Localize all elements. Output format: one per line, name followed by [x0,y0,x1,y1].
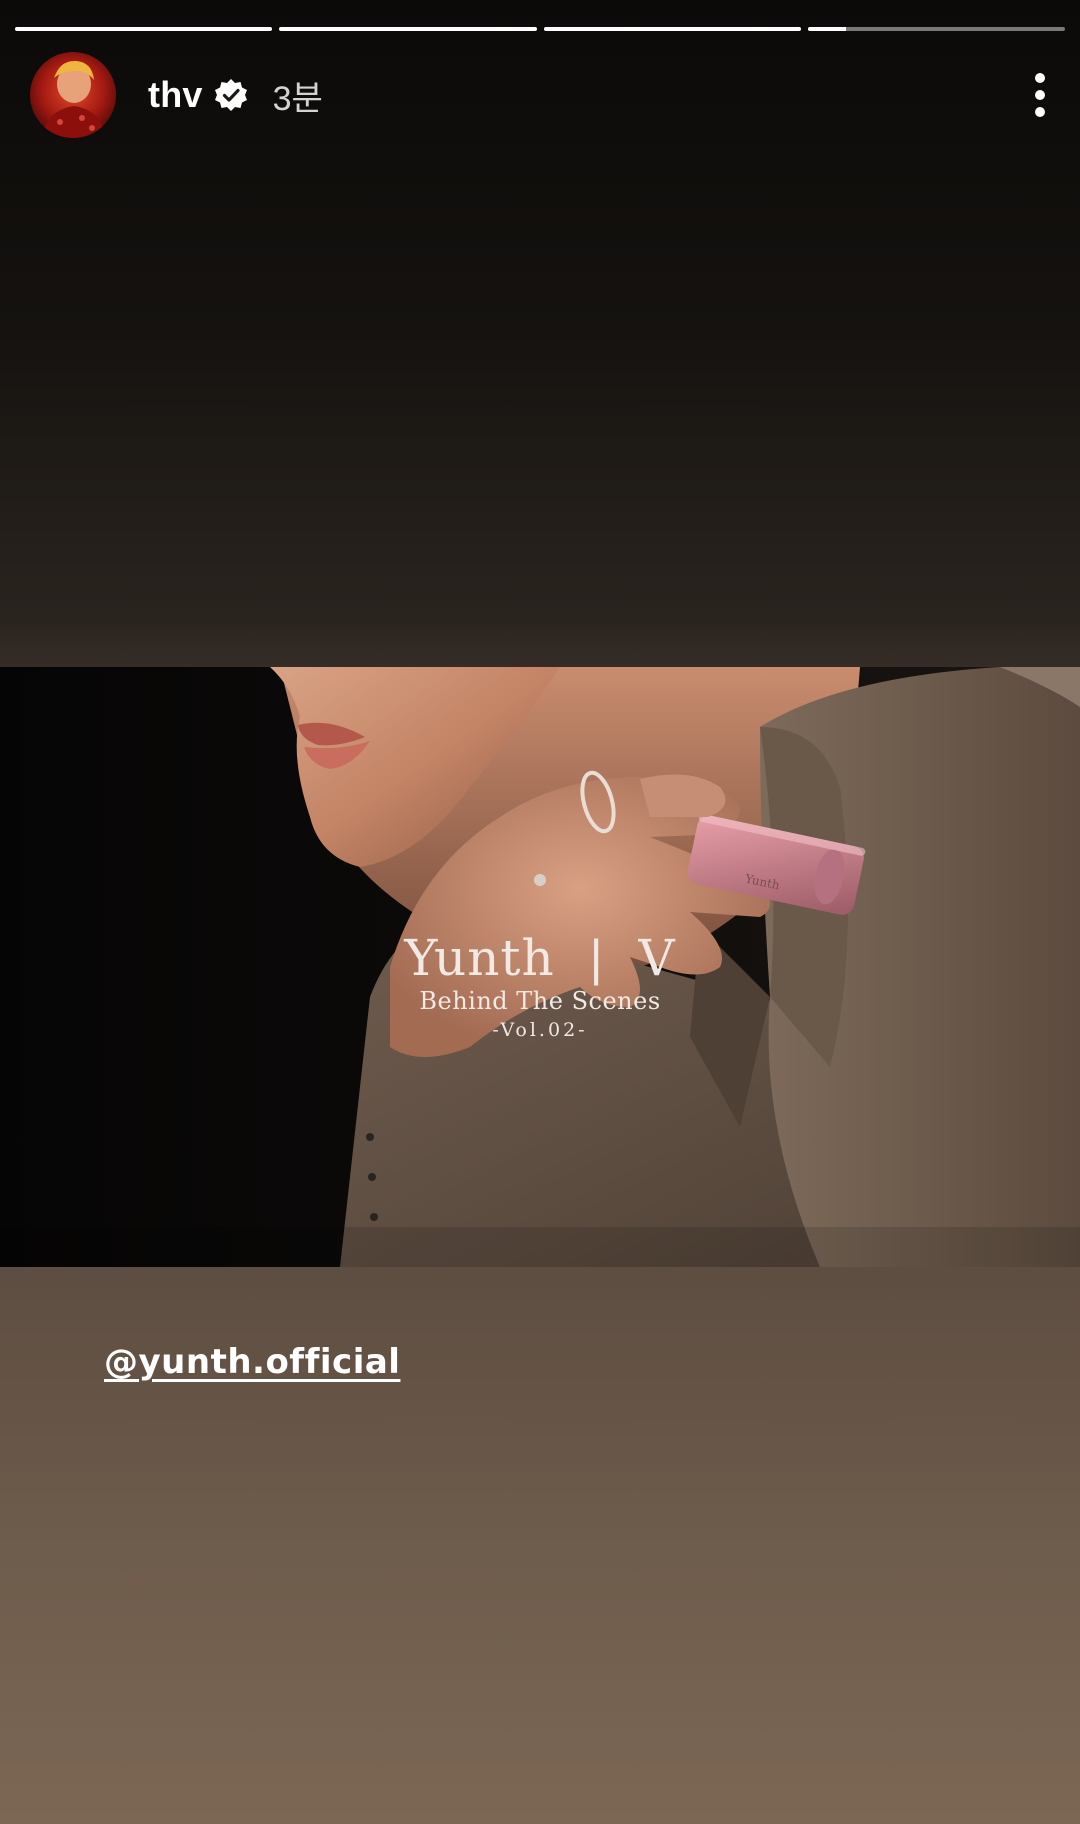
mention-sticker[interactable]: @yunth.official [104,1342,400,1382]
media-subtitle: Behind The Scenes [419,987,661,1015]
progress-segment [807,27,1065,31]
verified-badge-icon [213,77,249,113]
media-title-left: Yunth [404,929,555,987]
media-title-divider: | [589,930,604,986]
progress-segment [279,27,537,31]
story-viewer[interactable]: thv 3분 Yunth | V Behind The Scenes -Vol.… [0,0,1080,1824]
media-volume: -Vol.02- [492,1019,588,1041]
avatar[interactable] [30,52,116,138]
post-time: 3분 [272,79,323,118]
more-vertical-icon[interactable] [1020,65,1060,125]
media-title-right: V [638,929,676,987]
story-header: thv 3분 [30,50,1060,140]
story-progress-bar [15,27,1065,32]
progress-segment [15,27,273,31]
story-media-image[interactable]: Yunth | V Behind The Scenes -Vol.02- Yun… [0,667,1080,1267]
progress-segment [543,27,801,31]
username[interactable]: thv [148,74,203,116]
media-title: Yunth | V [0,929,1080,987]
